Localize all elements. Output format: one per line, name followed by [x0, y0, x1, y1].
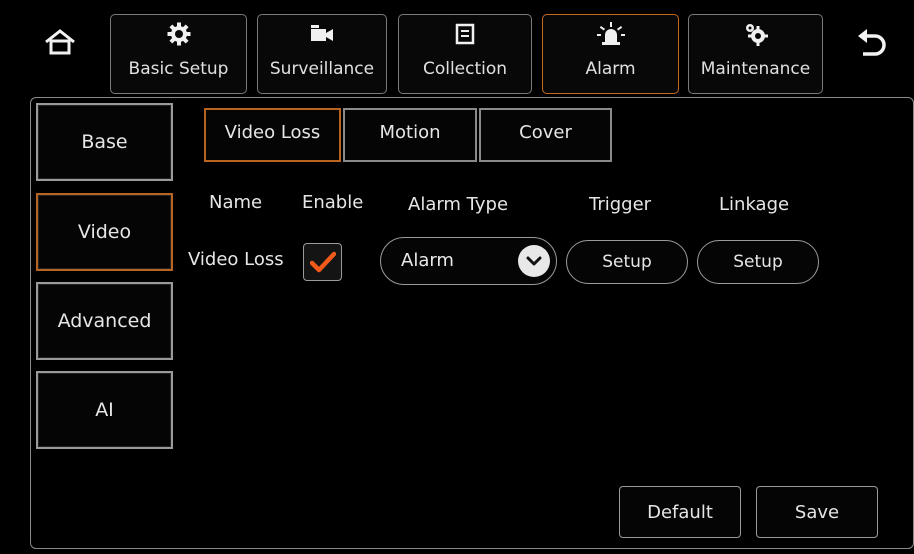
tab-surveillance-label: Surveillance [269, 59, 375, 79]
back-arrow-icon [858, 29, 886, 56]
trigger-setup-label: Setup [602, 252, 652, 272]
tab-collection-label: Collection [422, 59, 508, 79]
tab-maintenance-label: Maintenance [700, 59, 811, 79]
linkage-setup-button[interactable]: Setup [697, 240, 819, 284]
subtab-label: Motion [379, 122, 441, 143]
column-header-trigger: Trigger [589, 194, 652, 215]
checkmark-icon [309, 251, 336, 273]
sidebar-item-label: AI [95, 399, 114, 421]
trigger-setup-button[interactable]: Setup [566, 240, 688, 284]
column-header-linkage: Linkage [719, 194, 790, 215]
video-camera-icon [311, 25, 333, 41]
tab-alarm[interactable]: Alarm [542, 14, 679, 94]
tab-basic-setup-label: Basic Setup [128, 59, 229, 79]
sidebar-item-label: Video [77, 221, 132, 243]
tab-collection[interactable]: Collection [398, 14, 532, 94]
subtab-video-loss[interactable]: Video Loss [204, 108, 341, 162]
alarm-light-icon [596, 22, 625, 45]
alarm-type-value: Alarm [401, 250, 454, 271]
sidebar-item-label: Advanced [57, 310, 152, 332]
sidebar-item-advanced[interactable]: Advanced [36, 282, 173, 360]
subtab-motion[interactable]: Motion [343, 108, 477, 162]
tab-basic-setup[interactable]: Basic Setup [110, 14, 247, 94]
subtab-cover[interactable]: Cover [479, 108, 612, 162]
column-header-enable: Enable [302, 192, 364, 213]
alarm-type-select[interactable]: Alarm [380, 237, 557, 285]
home-button[interactable] [42, 26, 78, 58]
tab-surveillance[interactable]: Surveillance [257, 14, 387, 94]
chevron-down-icon [518, 245, 550, 277]
default-button-label: Default [647, 501, 713, 523]
subtab-label: Cover [519, 122, 572, 143]
home-icon [45, 29, 75, 55]
gears-icon [745, 24, 768, 46]
tab-alarm-label: Alarm [585, 59, 636, 79]
sidebar-item-base[interactable]: Base [36, 103, 173, 181]
row-name: Video Loss [188, 249, 284, 270]
gear-icon [167, 22, 190, 46]
column-header-alarm-type: Alarm Type [408, 194, 509, 215]
enable-checkbox[interactable] [303, 243, 342, 281]
linkage-setup-label: Setup [733, 252, 783, 272]
save-button[interactable]: Save [756, 486, 878, 538]
sidebar-item-ai[interactable]: AI [36, 371, 173, 449]
document-icon [455, 23, 475, 45]
column-header-name: Name [209, 192, 263, 213]
save-button-label: Save [794, 501, 840, 523]
tab-maintenance[interactable]: Maintenance [688, 14, 823, 94]
back-button[interactable] [852, 24, 892, 62]
sidebar-item-video[interactable]: Video [36, 193, 173, 271]
sidebar-item-label: Base [81, 131, 128, 153]
subtab-label: Video Loss [224, 122, 321, 143]
default-button[interactable]: Default [619, 486, 741, 538]
